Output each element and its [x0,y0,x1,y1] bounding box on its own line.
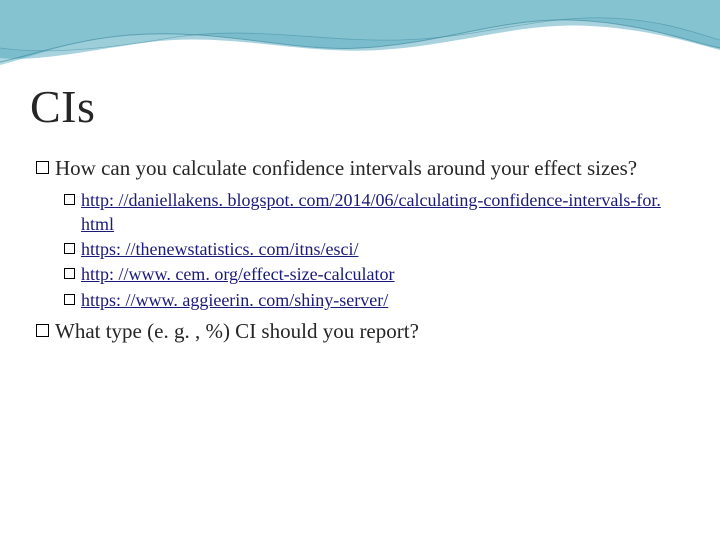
bullet-link-1: http: //daniellakens. blogspot. com/2014… [64,189,690,236]
bullet-icon [36,161,49,174]
bullet-main-1: How can you calculate confidence interva… [30,155,690,181]
sub-bullet-group: http: //daniellakens. blogspot. com/2014… [30,189,690,312]
bullet-link-2: https: //thenewstatistics. com/itns/esci… [64,238,690,261]
slide-title: CIs [30,80,690,133]
link-thenewstatistics[interactable]: https: //thenewstatistics. com/itns/esci… [81,239,358,259]
bullet-icon [64,268,75,279]
bullet-main-2: What type (e. g. , %) CI should you repo… [30,318,690,344]
bullet-link-4: https: //www. aggieerin. com/shiny-serve… [64,289,690,312]
bullet-text: What type (e. g. , %) CI should you repo… [55,318,690,344]
bullet-icon [64,243,75,254]
slide-content: CIs How can you calculate confidence int… [0,0,720,372]
bullet-text: How can you calculate confidence interva… [55,155,690,181]
bullet-icon [36,324,49,337]
link-aggieerin[interactable]: https: //www. aggieerin. com/shiny-serve… [81,290,388,310]
bullet-icon [64,294,75,305]
bullet-link-3: http: //www. cem. org/effect-size-calcul… [64,263,690,286]
bullet-icon [64,194,75,205]
link-cem[interactable]: http: //www. cem. org/effect-size-calcul… [81,264,395,284]
link-daniellakens[interactable]: http: //daniellakens. blogspot. com/2014… [81,190,661,233]
